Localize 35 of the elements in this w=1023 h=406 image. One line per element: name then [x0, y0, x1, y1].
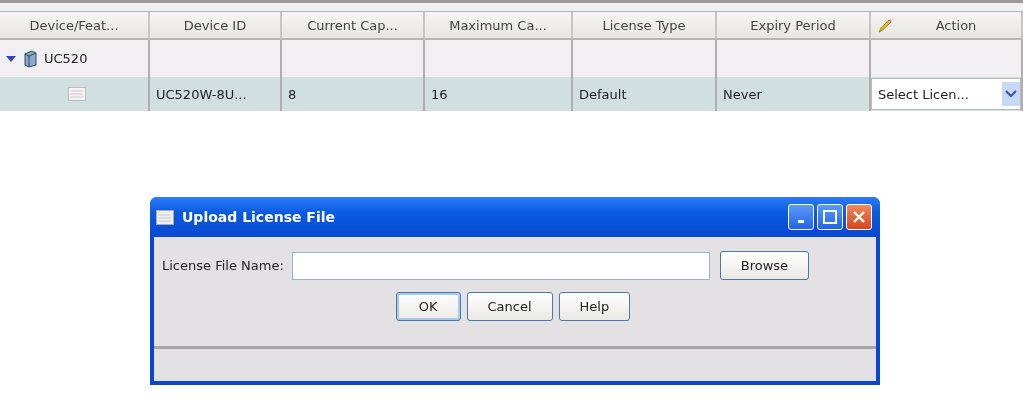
tree-item-label: UC520 [44, 51, 88, 66]
maximize-icon [823, 210, 837, 224]
column-header[interactable]: Action [871, 12, 1023, 40]
column-header[interactable]: Maximum Ca... [425, 12, 573, 40]
close-button[interactable] [846, 204, 872, 230]
table-cell: Default [573, 77, 717, 111]
expand-icon[interactable] [6, 54, 16, 63]
maximize-button[interactable] [817, 204, 843, 230]
browse-button[interactable]: Browse [719, 251, 810, 280]
column-header[interactable]: Expiry Period [717, 12, 871, 40]
license-dropdown[interactable]: Select Licen... [871, 78, 1021, 110]
device-icon [22, 49, 38, 68]
file-name-field[interactable] [291, 251, 710, 280]
close-icon [852, 210, 866, 224]
feature-icon [68, 87, 86, 101]
window-icon [156, 209, 174, 225]
column-header[interactable]: License Type [573, 12, 717, 40]
minimize-button[interactable] [788, 204, 814, 230]
column-header[interactable]: Current Cap... [282, 12, 425, 40]
tree-item[interactable]: UC520 [0, 40, 150, 77]
pencil-icon [877, 18, 893, 34]
dialog-button[interactable]: OK [395, 292, 461, 321]
table-cell: Never [717, 77, 871, 111]
dialog-button[interactable]: Cancel [466, 292, 553, 321]
window-title: Upload License File [182, 209, 336, 225]
table-cell: 16 [425, 77, 573, 111]
column-header[interactable]: Device ID [150, 12, 282, 40]
table-cell: 8 [282, 77, 425, 111]
table-cell[interactable] [0, 77, 150, 111]
table-cell: UC520W-8U... [150, 77, 282, 111]
dialog-button[interactable]: Help [558, 292, 631, 321]
field-label: License File Name: [162, 258, 284, 273]
caret-icon [1002, 82, 1020, 106]
column-header[interactable]: Device/Feat... [0, 12, 150, 40]
minimize-icon [798, 219, 804, 223]
